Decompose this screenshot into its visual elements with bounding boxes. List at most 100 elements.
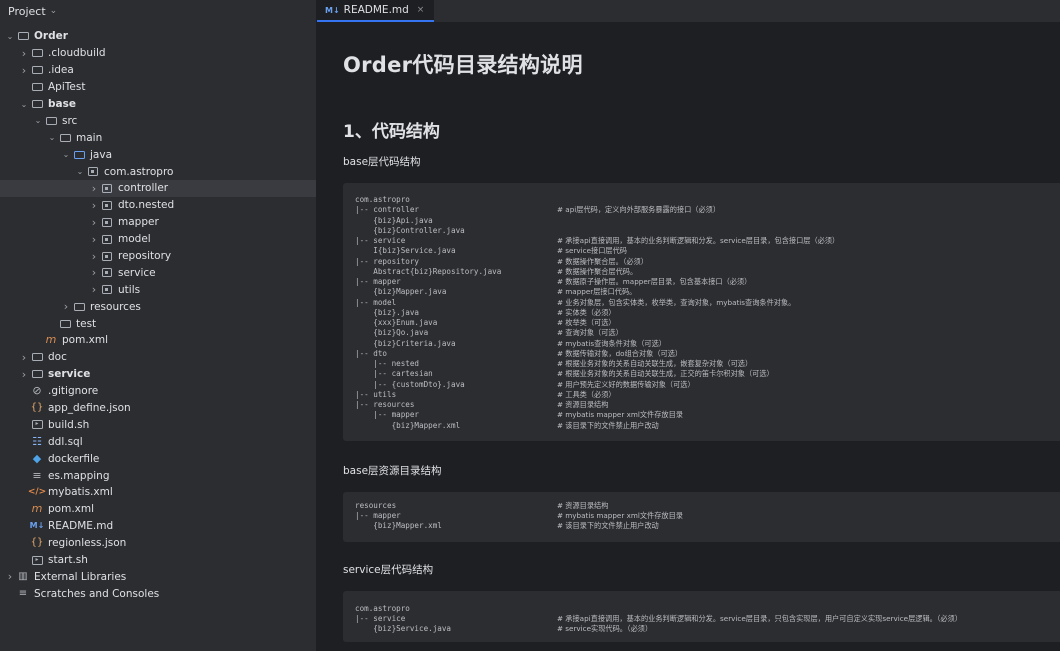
- tree-item[interactable]: › dto.nested: [0, 197, 316, 214]
- tree-item[interactable]: m pom.xml: [0, 332, 316, 349]
- tree-item[interactable]: ≡ es.mapping: [0, 467, 316, 484]
- module-folder-icon: [30, 97, 44, 111]
- chevron-right-icon[interactable]: ›: [88, 250, 100, 263]
- tree-item[interactable]: ⌄ java: [0, 146, 316, 163]
- tree-item[interactable]: › mapper: [0, 214, 316, 231]
- tree-item[interactable]: › service: [0, 366, 316, 383]
- code-line: |-- {customDto}.java # 用户预先定义好的数据传输对象（可选）: [355, 380, 1051, 390]
- chevron-right-icon[interactable]: ›: [60, 300, 72, 313]
- project-view-selector[interactable]: Project ⌄: [0, 0, 316, 22]
- chevron-right-icon[interactable]: ›: [88, 266, 100, 279]
- code-text: {xxx}Enum.java: [355, 318, 438, 327]
- tree-item[interactable]: › resources: [0, 298, 316, 315]
- tree-item[interactable]: › .cloudbuild: [0, 45, 316, 62]
- tree-item[interactable]: M↓ README.md: [0, 518, 316, 535]
- tree-item[interactable]: ≡ Scratches and Consoles: [0, 585, 316, 602]
- tree-item[interactable]: › repository: [0, 248, 316, 265]
- code-line: |-- mapper # mybatis mapper xml文件存放目录: [355, 410, 1051, 420]
- tree-item[interactable]: ⌄ com.astropro: [0, 163, 316, 180]
- tree-item[interactable]: {} regionless.json: [0, 535, 316, 552]
- tab-readme[interactable]: M↓ README.md ×: [317, 0, 435, 22]
- tree-item[interactable]: ◆ dockerfile: [0, 450, 316, 467]
- tree-item-label: model: [118, 233, 151, 246]
- folder-icon: [58, 317, 72, 331]
- tree-item-label: mapper: [118, 216, 159, 229]
- chevron-right-icon[interactable]: ›: [88, 283, 100, 296]
- tree-item[interactable]: › .idea: [0, 62, 316, 79]
- tree-item[interactable]: ⌄ main: [0, 129, 316, 146]
- ide-window: Project ⌄ ⌄ Order › .cloudbuild › .idea ApiTes…: [0, 0, 1060, 651]
- code-line: {biz}.java # 实体类（必须）: [355, 308, 1051, 318]
- code-text: |-- mapper: [355, 277, 401, 286]
- chevron-down-icon[interactable]: ⌄: [4, 32, 16, 41]
- tree-item[interactable]: › service: [0, 264, 316, 281]
- code-comment: # api层代码，定义向外部服务暴露的接口（必须）: [557, 205, 721, 215]
- code-line: |-- nested # 根据业务对象的关系自动关联生成，嵌套复杂对象（可选）: [355, 359, 1051, 369]
- chevron-down-icon[interactable]: ⌄: [18, 100, 30, 109]
- tree-item-label: External Libraries: [34, 570, 127, 583]
- tree-item[interactable]: {} app_define.json: [0, 400, 316, 417]
- tree-item[interactable]: ☷ ddl.sql: [0, 433, 316, 450]
- tree-item[interactable]: m pom.xml: [0, 501, 316, 518]
- code-text: Abstract{biz}Repository.java: [355, 266, 502, 276]
- markdown-icon: M↓: [325, 5, 340, 15]
- tree-item[interactable]: test: [0, 315, 316, 332]
- tree-item[interactable]: ⌄ Order: [0, 28, 316, 45]
- chevron-down-icon[interactable]: ⌄: [32, 116, 44, 125]
- chevron-right-icon[interactable]: ›: [18, 368, 30, 381]
- code-comment: # 业务对象层，包含实体类，枚举类，查询对象，mybatis查询条件对象。: [557, 297, 796, 307]
- code-comment: # 枚举类（可选）: [557, 318, 616, 327]
- tree-item[interactable]: › model: [0, 231, 316, 248]
- tree-item[interactable]: ⌄ src: [0, 112, 316, 129]
- code-comment: # service接口层代码: [557, 246, 627, 256]
- chevron-right-icon[interactable]: ›: [18, 351, 30, 364]
- code-comment: # 数据操作聚合层代码。: [557, 266, 638, 276]
- code-comment: # 数据操作聚合层。（必须）: [557, 256, 648, 266]
- code-comment: # mybatis mapper xml文件存放目录: [557, 410, 683, 420]
- chevron-right-icon[interactable]: ›: [88, 233, 100, 246]
- code-line: {biz}Service.java # service实现代码。（必须）: [355, 624, 1051, 634]
- tree-item-label: utils: [118, 283, 141, 296]
- tree-item[interactable]: › utils: [0, 281, 316, 298]
- scratches-icon: ≡: [18, 587, 28, 599]
- chevron-right-icon[interactable]: ›: [4, 570, 16, 583]
- chevron-right-icon[interactable]: ›: [18, 47, 30, 60]
- chevron-right-icon[interactable]: ›: [88, 216, 100, 229]
- tree-item[interactable]: ▸ build.sh: [0, 416, 316, 433]
- chevron-down-icon[interactable]: ⌄: [60, 150, 72, 159]
- tree-item[interactable]: › ▥ External Libraries: [0, 569, 316, 586]
- code-text: {biz}Mapper.xml: [355, 420, 461, 430]
- tree-item-label: dockerfile: [48, 452, 100, 465]
- tree-item[interactable]: ⊘ .gitignore: [0, 383, 316, 400]
- chevron-right-icon[interactable]: ›: [18, 64, 30, 77]
- code-line: |-- utils # 工具类（必须）: [355, 390, 1051, 400]
- shell-script-icon: ▸: [30, 418, 44, 432]
- package-icon: [100, 198, 114, 212]
- tree-item-label: repository: [118, 250, 172, 263]
- code-text: |-- controller: [355, 205, 420, 215]
- code-comment: # 根据业务对象的关系自动关联生成，正交的笛卡尔积对象（可选）: [557, 369, 774, 379]
- package-icon: [100, 249, 114, 263]
- database-icon: ☷: [32, 434, 42, 448]
- code-line: resources # 资源目录结构: [355, 501, 1051, 511]
- code-comment: # 资源目录结构: [557, 400, 609, 409]
- close-icon[interactable]: ×: [417, 5, 425, 15]
- tree-item[interactable]: › controller: [0, 180, 316, 197]
- folder-icon: [58, 131, 72, 145]
- tree-item-label: pom.xml: [62, 334, 109, 347]
- tree-item[interactable]: ApiTest: [0, 79, 316, 96]
- code-line: {biz}Criteria.java # mybatis查询条件对象（可选）: [355, 339, 1051, 349]
- code-text: |-- model: [355, 297, 397, 307]
- chevron-right-icon[interactable]: ›: [88, 199, 100, 212]
- chevron-down-icon[interactable]: ⌄: [46, 133, 58, 142]
- code-line: |-- repository # 数据操作聚合层。（必须）: [355, 257, 1051, 267]
- chevron-right-icon[interactable]: ›: [88, 182, 100, 195]
- markdown-icon: M↓: [29, 521, 45, 531]
- tree-item-label: controller: [118, 182, 169, 195]
- tree-item[interactable]: › doc: [0, 349, 316, 366]
- tree-item[interactable]: </> mybatis.xml: [0, 484, 316, 501]
- tree-item[interactable]: ▸ start.sh: [0, 552, 316, 569]
- tree-item[interactable]: ⌄ base: [0, 96, 316, 113]
- chevron-down-icon[interactable]: ⌄: [74, 167, 86, 176]
- code-text: {biz}Controller.java: [355, 225, 465, 235]
